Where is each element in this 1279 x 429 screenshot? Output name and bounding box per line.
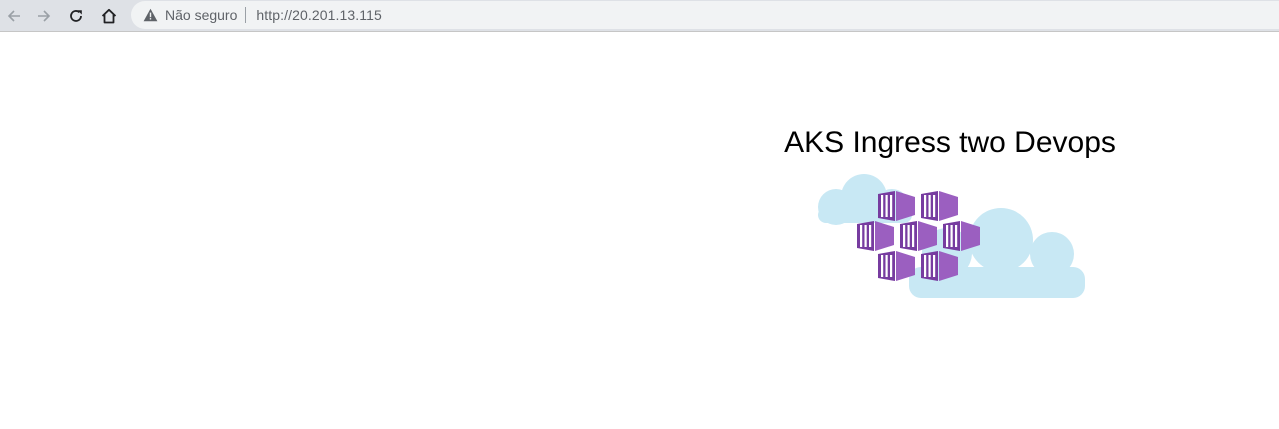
container-cube-icon bbox=[943, 221, 980, 251]
back-button[interactable] bbox=[1, 3, 27, 29]
container-cube-icon bbox=[878, 191, 915, 221]
home-button[interactable] bbox=[96, 3, 122, 29]
arrow-right-icon bbox=[38, 10, 51, 22]
page-heading: AKS Ingress two Devops bbox=[784, 126, 1116, 159]
address-separator bbox=[245, 7, 247, 23]
container-cube-icon bbox=[857, 221, 894, 251]
page-content: AKS Ingress two Devops bbox=[0, 33, 1279, 429]
warning-triangle-icon[interactable] bbox=[142, 7, 158, 23]
browser-toolbar: Não seguro http://20.201.13.115 bbox=[0, 0, 1279, 32]
aks-logo bbox=[818, 174, 1085, 298]
url-text[interactable]: http://20.201.13.115 bbox=[256, 7, 382, 23]
container-cube-icon bbox=[900, 221, 937, 251]
container-cube-icon bbox=[921, 191, 958, 221]
forward-button[interactable] bbox=[31, 3, 57, 29]
arrow-left-icon bbox=[7, 10, 20, 22]
home-icon bbox=[101, 8, 117, 24]
container-cube-icon bbox=[878, 251, 915, 281]
container-cube-icon bbox=[921, 251, 958, 281]
reload-button[interactable] bbox=[63, 3, 89, 29]
address-bar[interactable]: Não seguro http://20.201.13.115 bbox=[131, 1, 1279, 29]
security-status-label[interactable]: Não seguro bbox=[165, 7, 237, 23]
reload-icon bbox=[70, 10, 82, 22]
